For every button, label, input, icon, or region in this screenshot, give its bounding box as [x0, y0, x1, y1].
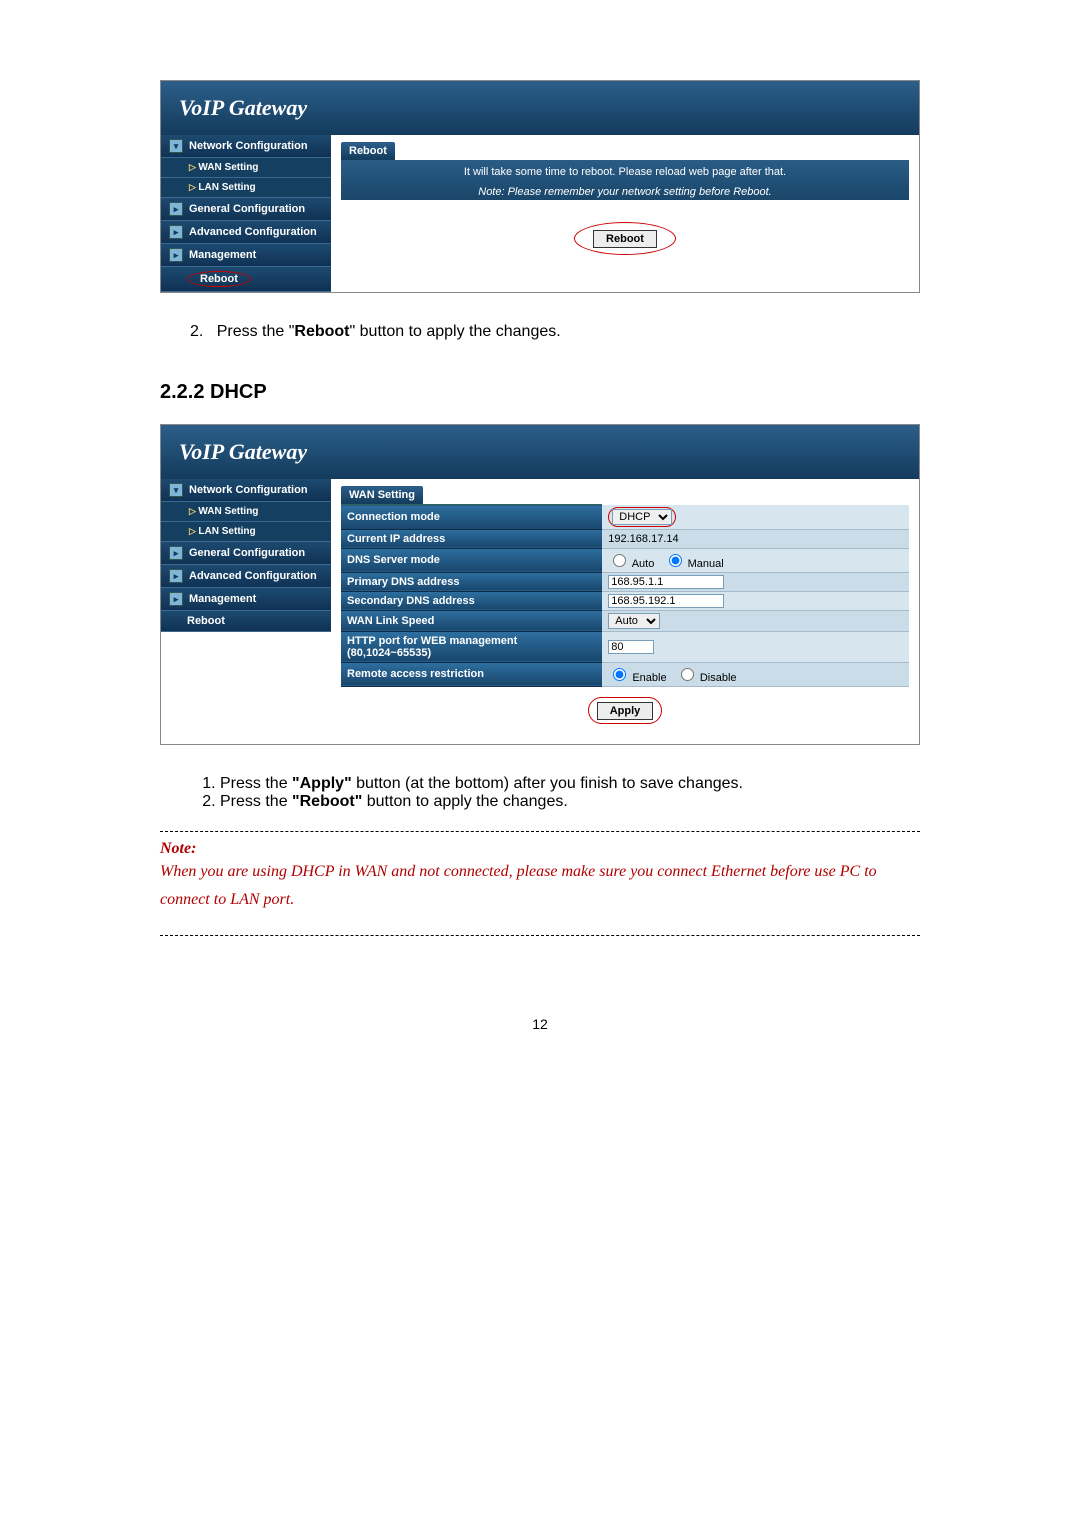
- connection-mode-select[interactable]: DHCP: [612, 509, 672, 525]
- list-item: Press the "Apply" button (at the bottom)…: [220, 775, 920, 793]
- product-title: VoIP Gateway: [161, 81, 919, 135]
- row-label: Connection mode: [341, 505, 602, 530]
- wan-setting-table: Connection mode DHCP Current IP address1…: [341, 504, 909, 687]
- highlight-circle: Reboot: [574, 222, 676, 255]
- note-body: When you are using DHCP in WAN and not c…: [160, 858, 920, 916]
- sidebar-item-lan[interactable]: LAN Setting: [161, 522, 331, 542]
- instruction-text: 2. Press the "Reboot" button to apply th…: [190, 323, 920, 341]
- sidebar-item-label: Network Configuration: [189, 140, 308, 152]
- sidebar-item-management[interactable]: ▸Management: [161, 244, 331, 267]
- reboot-note: Note: Please remember your network setti…: [341, 180, 909, 200]
- sidebar-item-reboot[interactable]: Reboot: [161, 267, 331, 292]
- highlight-circle: Apply: [588, 697, 663, 724]
- table-row: Connection mode DHCP: [341, 505, 909, 530]
- sidebar-item-reboot[interactable]: Reboot: [161, 611, 331, 632]
- expand-icon: ▸: [169, 202, 183, 216]
- expand-icon: ▾: [169, 139, 183, 153]
- wan-link-speed-select[interactable]: Auto: [608, 613, 660, 629]
- section-heading: 2.2.2 DHCP: [160, 381, 920, 404]
- list-item: Press the "Reboot" button to apply the c…: [220, 793, 920, 811]
- table-row: DNS Server mode Auto Manual: [341, 548, 909, 572]
- product-title: VoIP Gateway: [161, 425, 919, 479]
- page-number: 12: [160, 1016, 920, 1032]
- remote-disable-radio[interactable]: Disable: [676, 672, 737, 684]
- remote-enable-radio[interactable]: Enable: [608, 672, 666, 684]
- sidebar-item-lan[interactable]: LAN Setting: [161, 178, 331, 198]
- sidebar-item-general[interactable]: ▸General Configuration: [161, 542, 331, 565]
- highlight-circle: Reboot: [187, 271, 251, 287]
- expand-icon: ▸: [169, 546, 183, 560]
- sidebar-item-advanced[interactable]: ▸Advanced Configuration: [161, 221, 331, 244]
- sidebar-item-management[interactable]: ▸Management: [161, 588, 331, 611]
- sidebar-item-advanced[interactable]: ▸Advanced Configuration: [161, 565, 331, 588]
- reboot-button[interactable]: Reboot: [593, 230, 657, 248]
- primary-dns-input[interactable]: [608, 575, 724, 589]
- highlight-circle: DHCP: [608, 507, 676, 527]
- expand-icon: ▸: [169, 569, 183, 583]
- table-row: Current IP address192.168.17.14: [341, 529, 909, 548]
- table-row: Remote access restriction Enable Disable: [341, 662, 909, 686]
- note-heading: Note:: [160, 840, 920, 858]
- table-row: HTTP port for WEB management (80,1024~65…: [341, 631, 909, 662]
- http-port-input[interactable]: [608, 640, 654, 654]
- sidebar: ▾Network Configuration WAN Setting LAN S…: [161, 479, 331, 744]
- panel-title: WAN Setting: [341, 486, 423, 504]
- secondary-dns-input[interactable]: [608, 594, 724, 608]
- divider: [160, 935, 920, 936]
- reboot-warning: It will take some time to reboot. Please…: [341, 160, 909, 180]
- table-row: WAN Link SpeedAuto: [341, 610, 909, 631]
- expand-icon: ▸: [169, 248, 183, 262]
- divider: [160, 831, 920, 832]
- sidebar-item-network[interactable]: ▾Network Configuration: [161, 479, 331, 502]
- screenshot-reboot: VoIP Gateway ▾ Network Configuration WAN…: [160, 80, 920, 293]
- current-ip: 192.168.17.14: [602, 529, 909, 548]
- sidebar-item-wan[interactable]: WAN Setting: [161, 502, 331, 522]
- instruction-list: Press the "Apply" button (at the bottom)…: [180, 775, 920, 811]
- sidebar: ▾ Network Configuration WAN Setting LAN …: [161, 135, 331, 292]
- sidebar-item-general[interactable]: ▸General Configuration: [161, 198, 331, 221]
- expand-icon: ▸: [169, 225, 183, 239]
- screenshot-wan-setting: VoIP Gateway ▾Network Configuration WAN …: [160, 424, 920, 745]
- table-row: Primary DNS address: [341, 572, 909, 591]
- dns-auto-radio[interactable]: Auto: [608, 558, 654, 570]
- dns-manual-radio[interactable]: Manual: [664, 558, 724, 570]
- expand-icon: ▾: [169, 483, 183, 497]
- table-row: Secondary DNS address: [341, 591, 909, 610]
- sidebar-item-network[interactable]: ▾ Network Configuration: [161, 135, 331, 158]
- apply-button[interactable]: Apply: [597, 702, 654, 720]
- panel-title: Reboot: [341, 142, 395, 160]
- sidebar-item-wan[interactable]: WAN Setting: [161, 158, 331, 178]
- expand-icon: ▸: [169, 592, 183, 606]
